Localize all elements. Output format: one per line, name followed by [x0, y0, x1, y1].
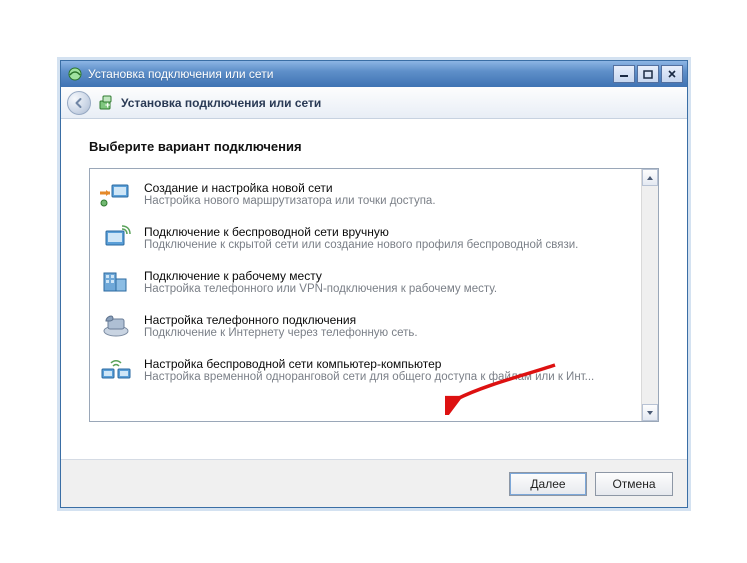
options-listbox: Создание и настройка новой сети Настройк…: [89, 168, 659, 422]
dialup-icon: [98, 310, 134, 342]
cancel-button[interactable]: Отмена: [595, 472, 673, 496]
option-title: Подключение к рабочему месту: [144, 269, 497, 283]
list-scrollbar[interactable]: [641, 169, 658, 421]
option-desc: Подключение к Интернету через телефонную…: [144, 327, 418, 339]
workplace-icon: [98, 266, 134, 298]
option-desc: Настройка нового маршрутизатора или точк…: [144, 195, 436, 207]
option-desc: Настройка временной одноранговой сети дл…: [144, 371, 594, 383]
option-desc: Подключение к скрытой сети или создание …: [144, 239, 578, 251]
options-list-body: Создание и настройка новой сети Настройк…: [90, 169, 641, 421]
option-title: Подключение к беспроводной сети вручную: [144, 225, 578, 239]
scroll-track[interactable]: [642, 186, 658, 404]
scroll-up-button[interactable]: [642, 169, 658, 186]
next-button[interactable]: Далее: [509, 472, 587, 496]
page-heading: Выберите вариант подключения: [89, 139, 659, 154]
option-workplace[interactable]: Подключение к рабочему месту Настройка т…: [94, 261, 639, 305]
scroll-down-button[interactable]: [642, 404, 658, 421]
wizard-header-title: Установка подключения или сети: [121, 96, 321, 110]
maximize-button[interactable]: [637, 65, 659, 83]
titlebar: Установка подключения или сети: [61, 61, 687, 87]
wizard-footer: Далее Отмена: [61, 459, 687, 507]
manual-wireless-icon: [98, 222, 134, 254]
option-dialup[interactable]: Настройка телефонного подключения Подклю…: [94, 305, 639, 349]
option-desc: Настройка телефонного или VPN-подключени…: [144, 283, 497, 295]
minimize-button[interactable]: [613, 65, 635, 83]
option-title: Настройка телефонного подключения: [144, 313, 418, 327]
option-new-network[interactable]: Создание и настройка новой сети Настройк…: [94, 173, 639, 217]
new-network-icon: [98, 178, 134, 210]
app-icon: [67, 66, 83, 82]
option-title: Создание и настройка новой сети: [144, 181, 436, 195]
wizard-content: Выберите вариант подключения Со: [61, 119, 687, 459]
wizard-icon: +: [97, 94, 115, 112]
option-title: Настройка беспроводной сети компьютер-ко…: [144, 357, 594, 371]
window-title: Установка подключения или сети: [88, 67, 611, 81]
close-button[interactable]: [661, 65, 683, 83]
adhoc-icon: [98, 354, 134, 386]
option-manual-wireless[interactable]: Подключение к беспроводной сети вручную …: [94, 217, 639, 261]
svg-text:+: +: [105, 100, 110, 110]
back-button[interactable]: [67, 91, 91, 115]
wizard-header: + Установка подключения или сети: [61, 87, 687, 119]
option-adhoc[interactable]: Настройка беспроводной сети компьютер-ко…: [94, 349, 639, 393]
dialog-window: Установка подключения или сети + Установ…: [60, 60, 688, 508]
